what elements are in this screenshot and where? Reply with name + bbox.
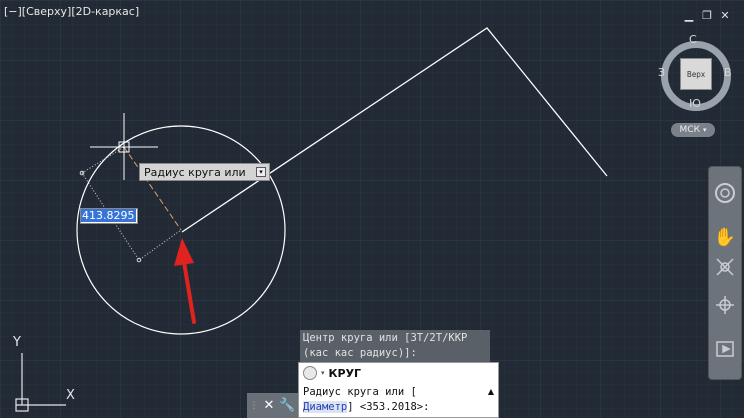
ucs-x-label: X [66, 388, 75, 403]
steeringwheel-icon[interactable] [713, 181, 737, 205]
command-history: Центр круга или [3Т/2Т/ККР (кас кас радиу… [300, 330, 490, 362]
close-command-line-icon[interactable]: ✕ [263, 398, 274, 413]
orbit-icon[interactable] [713, 293, 737, 317]
dynamic-prompt-tooltip: Радиус круга или ▾ [139, 163, 270, 181]
command-prompt[interactable]: Радиус круга или [ Диаметр] <353.2018>: [303, 385, 429, 415]
compass-south[interactable]: Ю [689, 97, 701, 110]
ucs-menu[interactable]: МСК ▾ [671, 123, 715, 137]
minimize-button[interactable]: ▁ [683, 9, 695, 22]
ucs-label: МСК [679, 125, 700, 135]
ucs-y-label: Y [13, 335, 21, 350]
navigation-bar: ✋ [708, 166, 742, 380]
prompt-line-1: Радиус круга или [ [303, 386, 417, 398]
scroll-up-icon[interactable]: ▲ [488, 387, 494, 396]
close-button[interactable]: ✕ [719, 9, 731, 22]
viewcube-top-face[interactable]: Верх [680, 58, 712, 90]
options-dropdown-icon[interactable]: ▾ [256, 167, 266, 177]
command-line[interactable]: ▾ КРУГ Радиус круга или [ Диаметр] <353.2… [298, 362, 499, 418]
command-line-tools: ⋮ ✕ 🔧 [247, 393, 298, 418]
pan-hand-icon[interactable]: ✋ [713, 225, 737, 249]
prompt-tail: ] <353.2018>: [347, 401, 430, 413]
dynamic-input-field[interactable]: 413.8295 [80, 208, 138, 224]
compass-north[interactable]: С [689, 33, 697, 46]
restore-button[interactable]: ❐ [701, 9, 713, 22]
tooltip-text: Радиус круга или [144, 166, 246, 179]
wrench-icon[interactable]: 🔧 [279, 398, 295, 413]
compass-west[interactable]: З [658, 66, 665, 79]
viewport-controls-label[interactable]: [−][Сверху][2D-каркас] [4, 5, 139, 18]
compass-east[interactable]: В [724, 66, 732, 79]
chevron-down-icon: ▾ [702, 126, 707, 134]
viewcube[interactable]: Верх С Ю З В [658, 33, 734, 114]
option-diameter[interactable]: Диаметр [303, 401, 348, 413]
history-line-1: Центр круга или [3Т/2Т/ККР [303, 332, 468, 344]
drawing-canvas[interactable]: [−][Сверху][2D-каркас] ▁ ❐ ✕ Верх С Ю З … [0, 0, 744, 418]
chevron-down-icon[interactable]: ▾ [321, 369, 325, 377]
command-icon[interactable] [303, 366, 317, 380]
grip-handle-icon[interactable]: ⋮ [249, 401, 258, 411]
dynamic-input-value[interactable]: 413.8295 [81, 209, 136, 222]
history-line-2: (кас кас радиус)]: [303, 347, 417, 359]
showmotion-icon[interactable] [713, 337, 737, 361]
zoom-extents-icon[interactable] [713, 255, 737, 279]
command-header: ▾ КРУГ [303, 366, 361, 380]
command-name: КРУГ [328, 366, 362, 380]
window-controls: ▁ ❐ ✕ [683, 9, 731, 22]
